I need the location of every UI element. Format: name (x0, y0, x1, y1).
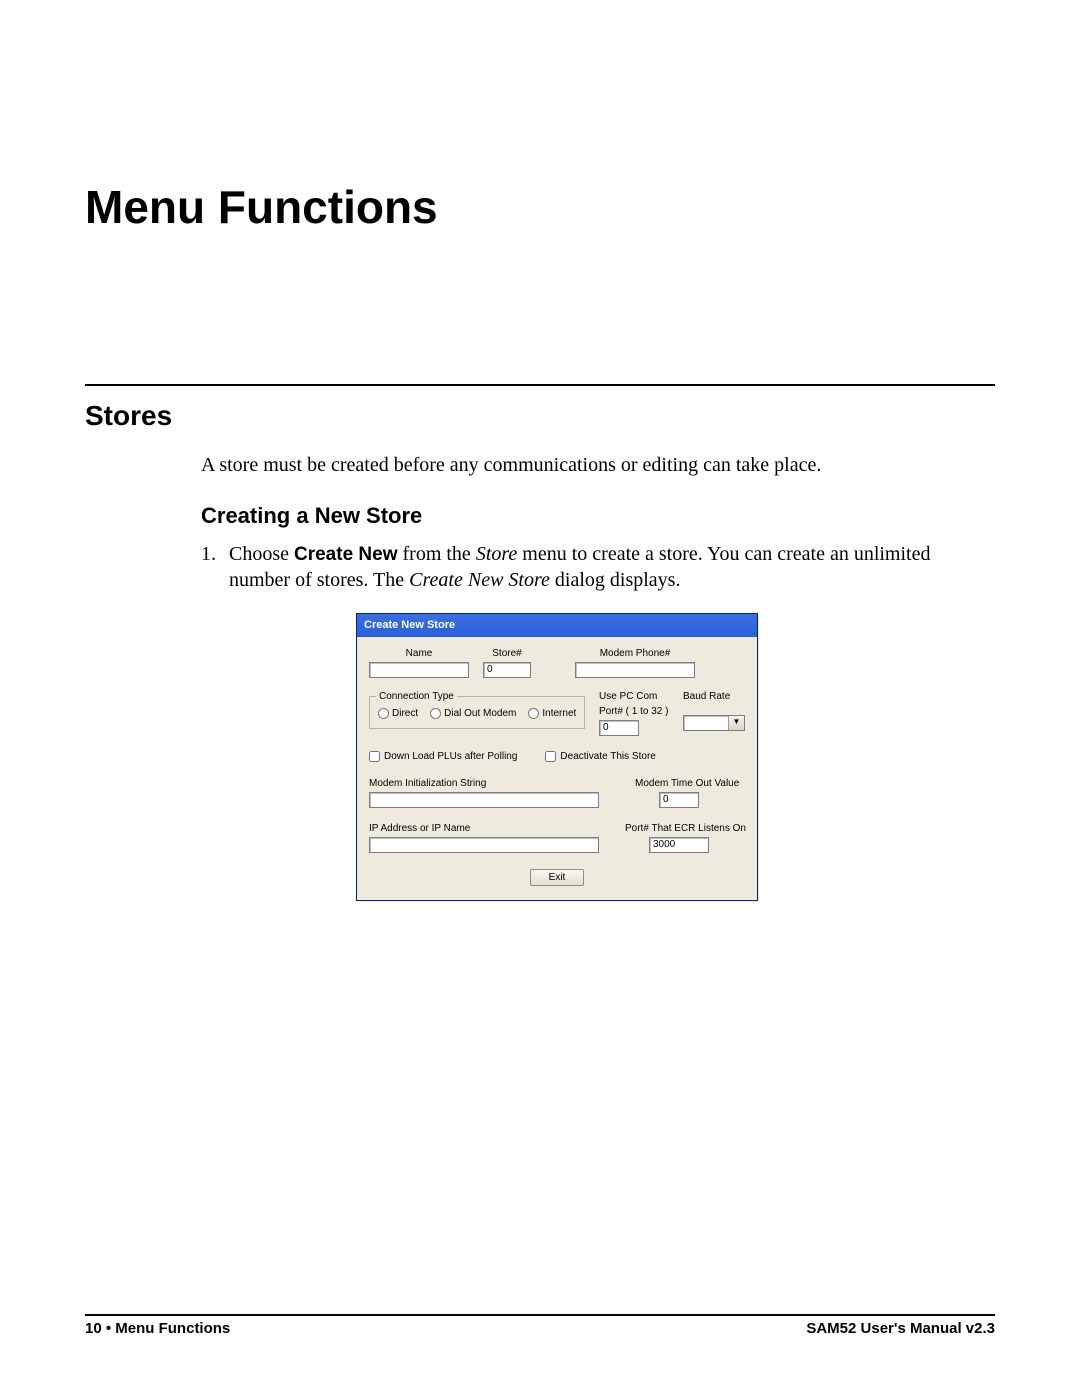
footer-section: Menu Functions (115, 1320, 230, 1337)
checkbox-download-plus-input[interactable] (369, 751, 380, 762)
row-ip: IP Address or IP Name Port# That ECR Lis… (369, 822, 745, 853)
footer-right: SAM52 User's Manual v2.3 (806, 1320, 995, 1337)
ecrport-input[interactable] (649, 837, 709, 853)
footer-separator: • (102, 1320, 116, 1337)
timeout-label: Modem Time Out Value (635, 777, 739, 790)
timeout-input[interactable] (659, 792, 699, 808)
modeminit-label: Modem Initialization String (369, 777, 621, 790)
page-title: Menu Functions (85, 180, 995, 234)
pccom-input[interactable] (599, 720, 639, 736)
radio-dial-input[interactable] (430, 708, 441, 719)
row-connection: Connection Type Direct Dial Out Modem In… (369, 684, 745, 736)
storeno-label: Store# (483, 647, 531, 660)
row-checkboxes: Down Load PLUs after Polling Deactivate … (369, 750, 745, 763)
document-page: Menu Functions Stores A store must be cr… (0, 0, 1080, 1397)
footer-left: 10 • Menu Functions (85, 1320, 230, 1337)
dialog-screenshot: Create New Store Name Store# Mo (356, 613, 995, 900)
baud-combo[interactable]: ▼ (683, 715, 745, 731)
exit-button[interactable]: Exit (530, 869, 585, 886)
radio-internet[interactable]: Internet (528, 707, 576, 720)
storeno-input[interactable] (483, 662, 531, 678)
chevron-down-icon[interactable]: ▼ (728, 716, 744, 730)
italic-create-new-store: Create New Store (409, 569, 550, 591)
radio-internet-input[interactable] (528, 708, 539, 719)
baud-value (684, 716, 728, 730)
row-modem-init: Modem Initialization String Modem Time O… (369, 777, 745, 808)
dialog-body: Name Store# Modem Phone# (357, 637, 757, 900)
connection-type-group: Connection Type Direct Dial Out Modem In… (369, 696, 585, 729)
ecrport-label: Port# That ECR Listens On (625, 822, 746, 835)
italic-store: Store (476, 543, 517, 565)
ip-label: IP Address or IP Name (369, 822, 611, 835)
name-input[interactable] (369, 662, 469, 678)
page-footer: 10 • Menu Functions SAM52 User's Manual … (85, 1314, 995, 1337)
dialog-titlebar: Create New Store (357, 614, 757, 636)
pccom-label-1: Use PC Com (599, 690, 669, 703)
radio-dial-out-modem[interactable]: Dial Out Modem (430, 707, 516, 720)
row-name-store-phone: Name Store# Modem Phone# (369, 647, 745, 678)
checkbox-deactivate-input[interactable] (545, 751, 556, 762)
bold-create-new: Create New (294, 544, 398, 565)
modemphone-label: Modem Phone# (575, 647, 695, 660)
checkbox-download-plus[interactable]: Down Load PLUs after Polling (369, 750, 517, 763)
baud-label: Baud Rate (683, 690, 745, 703)
section-heading-stores: Stores (85, 400, 995, 432)
modemphone-input[interactable] (575, 662, 695, 678)
checkbox-deactivate-store[interactable]: Deactivate This Store (545, 750, 655, 763)
subsection-heading-creating: Creating a New Store (201, 502, 995, 531)
create-new-store-dialog: Create New Store Name Store# Mo (356, 613, 758, 900)
radio-direct-input[interactable] (378, 708, 389, 719)
step-number: 1. (201, 541, 229, 594)
intro-paragraph: A store must be created before any commu… (201, 452, 995, 478)
step-text: Choose Create New from the Store menu to… (229, 541, 995, 594)
pccom-label-2: Port# ( 1 to 32 ) (599, 705, 669, 718)
ip-input[interactable] (369, 837, 599, 853)
step-1: 1. Choose Create New from the Store menu… (201, 541, 995, 594)
button-row: Exit (369, 869, 745, 886)
modeminit-input[interactable] (369, 792, 599, 808)
connection-type-legend: Connection Type (376, 690, 457, 703)
section-divider (85, 384, 995, 386)
footer-page-number: 10 (85, 1320, 102, 1337)
name-label: Name (369, 647, 469, 660)
radio-direct[interactable]: Direct (378, 707, 418, 720)
body-content: A store must be created before any commu… (201, 452, 995, 901)
